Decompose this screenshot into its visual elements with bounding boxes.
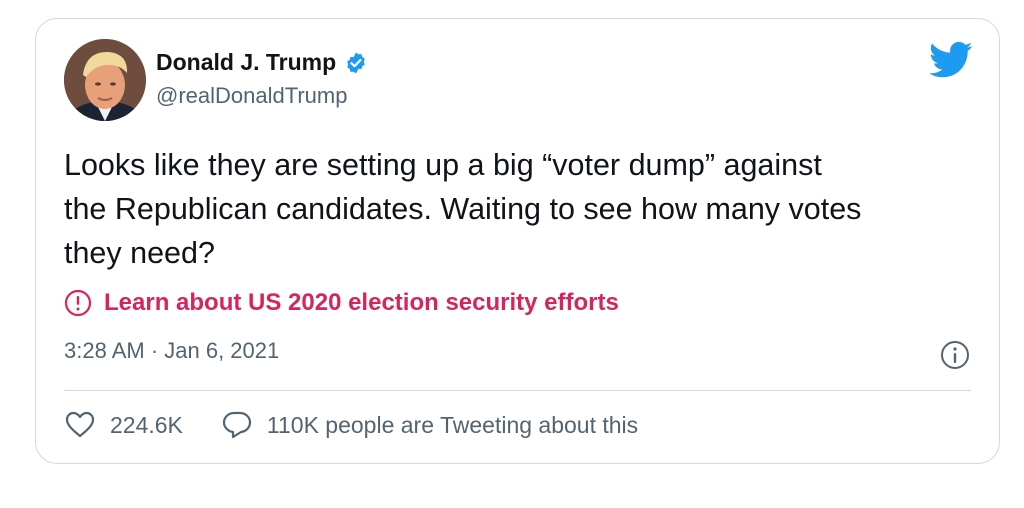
user-handle[interactable]: @realDonaldTrump [156,83,347,109]
verified-badge-icon [347,52,365,73]
notice-text[interactable]: Learn about US 2020 election security ef… [104,289,619,317]
like-count: 224.6K [110,411,183,438]
speech-bubble-icon [222,411,252,439]
display-name[interactable]: Donald J. Trump [156,49,336,76]
like-button[interactable]: 224.6K [64,409,183,441]
action-bar: 224.6K 110K people are Tweeting about th… [64,409,638,441]
conversation-text: 110K people are Tweeting about this [266,411,639,438]
tweet-card[interactable]: Donald J. Trump @realDonaldTrump Looks l… [35,18,1000,464]
avatar-image [64,39,146,121]
avatar[interactable] [64,39,146,121]
exclamation-circle-icon [64,289,92,317]
twitter-bird-icon[interactable] [929,41,973,79]
divider [64,390,971,391]
tweet-timestamp[interactable]: 3:28 AM · Jan 6, 2021 [64,338,279,364]
election-notice-link[interactable]: Learn about US 2020 election security ef… [64,289,619,317]
author-row: Donald J. Trump [156,49,368,76]
conversation-button[interactable]: 110K people are Tweeting about this [221,409,638,441]
heart-icon [65,411,95,438]
info-circle-icon[interactable] [939,339,971,371]
tweet-text: Looks like they are setting up a big “vo… [64,148,862,270]
